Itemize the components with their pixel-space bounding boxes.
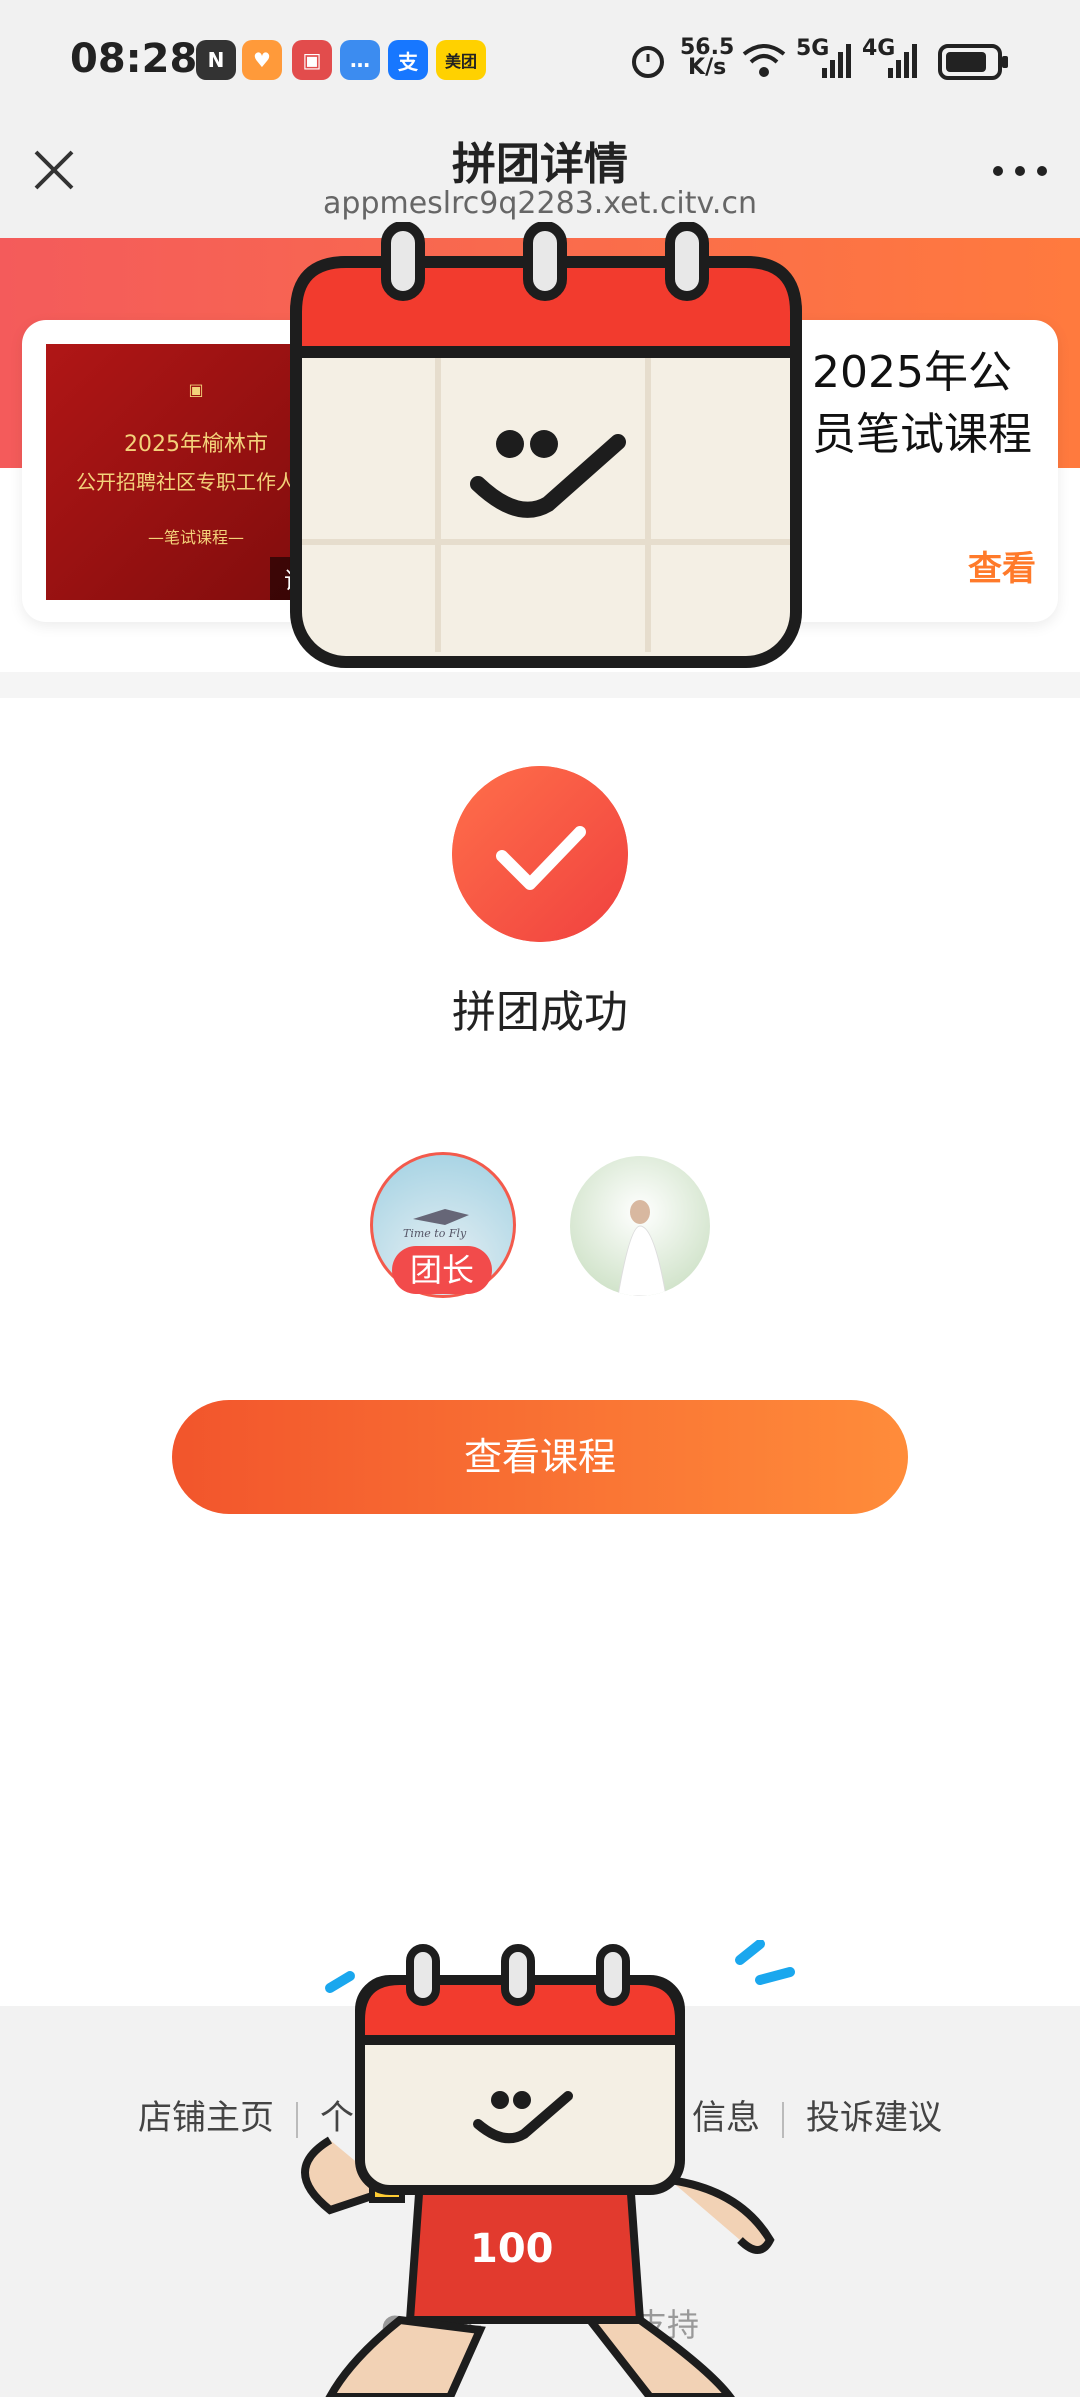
footer-link-shop[interactable]: 店铺主页 (138, 2098, 274, 2138)
signal-bars-icon (822, 44, 851, 78)
network-speed: 56.5 K/s (680, 35, 735, 80)
mascot-number: 100 (470, 2226, 554, 2272)
signal-bars-icon-2 (888, 44, 917, 78)
status-bar: 08:28 N ♥ ▣ … 支 美团 56.5 K/s 5G 4G (0, 0, 1080, 128)
calendar-sticker-icon (290, 222, 802, 668)
footer-link-complaint[interactable]: 投诉建议 (806, 2098, 942, 2138)
more-icon[interactable] (990, 156, 1050, 186)
leader-badge: 团长 (392, 1246, 492, 1294)
alipay-icon: 支 (388, 40, 428, 80)
course-title: 2025年公 员笔试课程 (812, 347, 1032, 460)
view-course-button[interactable]: 查看课程 (172, 1400, 908, 1514)
app-icon-1: ♥ (242, 40, 282, 80)
app-icon-2: ▣ (292, 40, 332, 80)
page-url: appmeslrc9q2283.xet.citv.cn (323, 186, 757, 221)
nfc-icon: N (196, 40, 236, 80)
wifi-icon (742, 44, 786, 77)
success-check-icon (452, 766, 628, 942)
svg-text:Time to Fly: Time to Fly (403, 1227, 467, 1240)
group-success-label: 拼团成功 (452, 987, 628, 1038)
status-time: 08:28 (70, 36, 198, 82)
alarm-icon (632, 46, 664, 78)
meituan-icon: 美团 (436, 40, 486, 80)
running-calendar-mascot-icon: 100 (301, 1940, 795, 2397)
section-divider (0, 672, 1080, 698)
message-icon: … (340, 40, 380, 80)
battery-icon (938, 44, 1008, 80)
view-course-link[interactable]: 查看 (968, 541, 1036, 590)
member-avatar[interactable] (570, 1156, 710, 1296)
page-title: 拼团详情 (452, 139, 628, 190)
avatar-image-2 (617, 1200, 667, 1296)
